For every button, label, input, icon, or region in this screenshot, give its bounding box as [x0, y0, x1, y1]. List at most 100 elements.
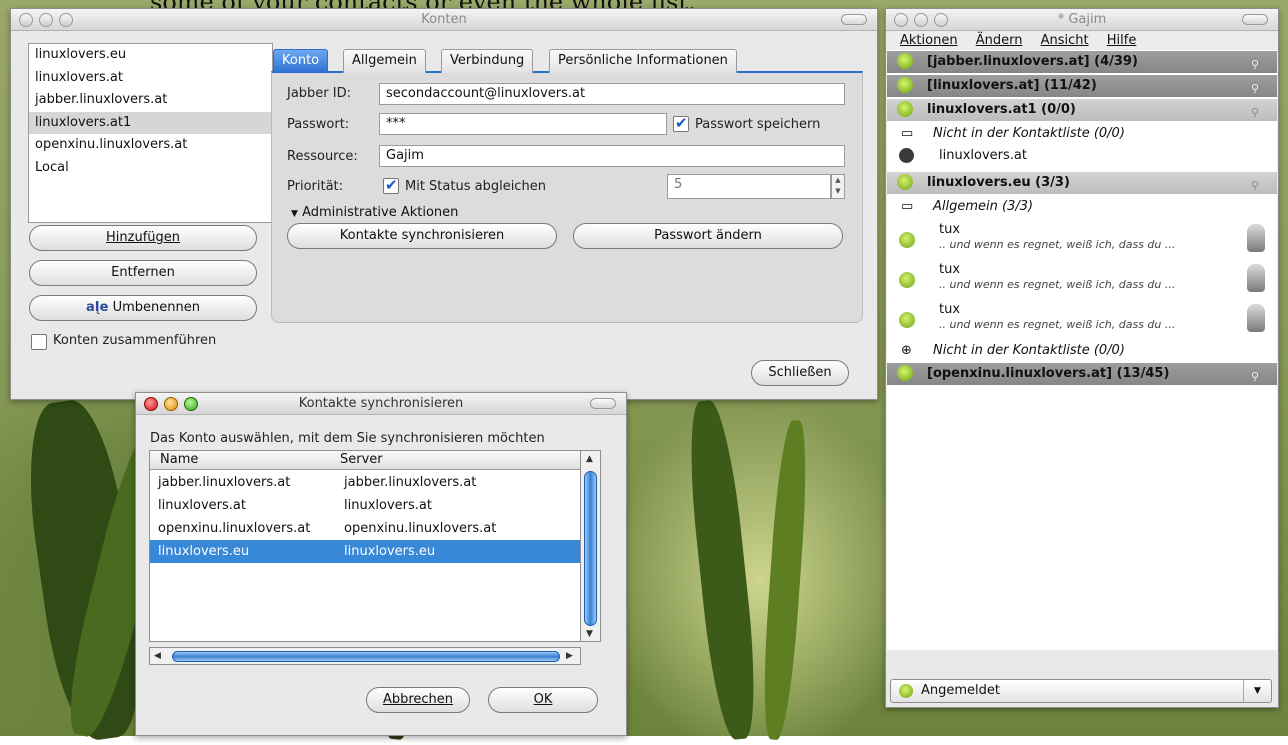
scrollbar-thumb[interactable] [172, 651, 560, 662]
expander-triangle-icon: ▼ [291, 209, 298, 219]
rename-icon: aĮe [86, 300, 109, 315]
change-password-button[interactable]: Passwort ändern [573, 223, 843, 249]
horizontal-scrollbar[interactable]: ◀ ▶ [149, 647, 581, 665]
admin-actions-label: Administrative Aktionen [302, 205, 459, 220]
admin-actions-expander[interactable]: ▼ Administrative Aktionen [291, 205, 458, 220]
close-window-icon[interactable] [144, 397, 158, 411]
sync-status-checkbox[interactable] [383, 176, 399, 194]
account-group-row[interactable]: [jabber.linuxlovers.at] (4/39) ⚲ [887, 51, 1277, 73]
table-row[interactable]: openxinu.linuxlovers.at openxinu.linuxlo… [150, 517, 580, 540]
merge-accounts-checkbox[interactable] [31, 334, 47, 350]
resource-label: Ressource: [287, 149, 358, 164]
tux-avatar-icon [1247, 264, 1265, 292]
remove-account-button[interactable]: Entfernen [29, 260, 257, 286]
jabber-id-label: Jabber ID: [287, 86, 352, 101]
jabber-id-field[interactable]: secondaccount@linuxlovers.at [379, 83, 845, 105]
ok-label: OK [533, 692, 553, 707]
account-item[interactable]: linuxlovers.at [29, 67, 272, 90]
window-toggle-icon[interactable] [590, 398, 616, 409]
tab-personal-info[interactable]: Persönliche Informationen [549, 49, 737, 73]
remove-account-label: Entfernen [111, 265, 175, 280]
minimize-window-icon[interactable] [164, 397, 178, 411]
scrollbar-thumb[interactable] [584, 471, 597, 626]
key-icon: ⚲ [1251, 58, 1260, 71]
minimize-window-icon[interactable] [914, 13, 928, 27]
add-account-button[interactable]: Hinzufügen [29, 225, 257, 251]
scroll-right-icon[interactable]: ▶ [566, 651, 573, 661]
status-selector[interactable]: Angemeldet ▼ [890, 679, 1272, 703]
menu-aktionen[interactable]: Aktionen [900, 33, 958, 48]
tab-verbindung[interactable]: Verbindung [441, 49, 534, 73]
account-group-row[interactable]: [linuxlovers.at] (11/42) ⚲ [887, 75, 1277, 97]
sync-dialog-titlebar[interactable]: Kontakte synchronisieren [136, 393, 626, 415]
dropdown-arrow-icon: ▼ [1243, 680, 1271, 702]
contact-row[interactable]: tux .. und wenn es regnet, weiß ich, das… [887, 260, 1277, 298]
scroll-left-icon[interactable]: ◀ [154, 651, 161, 661]
online-status-icon [899, 684, 913, 698]
account-item[interactable]: linuxlovers.eu [29, 44, 272, 67]
table-row[interactable]: linuxlovers.at linuxlovers.at [150, 494, 580, 517]
rename-account-button[interactable]: aĮe Umbenennen [29, 295, 257, 321]
minimize-window-icon[interactable] [39, 13, 53, 27]
close-window-icon[interactable] [19, 13, 33, 27]
tux-avatar-icon [1247, 224, 1265, 252]
password-field[interactable]: *** [379, 113, 667, 135]
accounts-titlebar[interactable]: Konten [11, 9, 877, 31]
close-window-icon[interactable] [894, 13, 908, 27]
account-group-row[interactable]: [openxinu.linuxlovers.at] (13/45) ⚲ [887, 363, 1277, 385]
sync-contacts-button[interactable]: Kontakte synchronisieren [287, 223, 557, 249]
account-item-selected[interactable]: linuxlovers.at1 [29, 111, 272, 134]
close-button[interactable]: Schließen [751, 360, 849, 386]
cell-server: linuxlovers.at [344, 498, 432, 513]
contact-name: linuxlovers.at [939, 148, 1027, 163]
not-in-list-group[interactable]: ▭ Nicht in der Kontaktliste (0/0) [887, 123, 1277, 145]
contact-row[interactable]: linuxlovers.at [887, 145, 1277, 167]
vertical-scrollbar[interactable]: ▲ ▼ [581, 450, 601, 642]
account-item[interactable]: jabber.linuxlovers.at [29, 89, 272, 112]
maximize-window-icon[interactable] [59, 13, 73, 27]
grass-stalk [682, 398, 763, 742]
merge-accounts-label: Konten zusammenführen [53, 333, 217, 348]
cell-name: openxinu.linuxlovers.at [158, 521, 311, 536]
window-toggle-icon[interactable] [841, 14, 867, 25]
cancel-button[interactable]: Abbrechen [366, 687, 470, 713]
tab-konto[interactable]: Konto [273, 49, 329, 73]
accounts-window-title: Konten [421, 12, 467, 27]
table-row[interactable]: jabber.linuxlovers.at jabber.linuxlovers… [150, 471, 580, 494]
account-item[interactable]: Local [29, 157, 272, 180]
gajim-titlebar[interactable]: * Gajim [886, 9, 1278, 31]
account-list[interactable]: linuxlovers.eu linuxlovers.at jabber.lin… [28, 43, 273, 223]
menu-aendern[interactable]: Ändern [976, 33, 1023, 48]
contact-row[interactable]: tux .. und wenn es regnet, weiß ich, das… [887, 220, 1277, 258]
tab-allgemein[interactable]: Allgemein [343, 49, 426, 73]
group-label: Allgemein (3/3) [933, 199, 1034, 214]
maximize-window-icon[interactable] [934, 13, 948, 27]
save-password-checkbox[interactable] [673, 114, 689, 132]
account-group-row[interactable]: linuxlovers.eu (3/3) ⚲ [887, 172, 1277, 194]
scroll-down-icon[interactable]: ▼ [586, 629, 593, 639]
window-toggle-icon[interactable] [1242, 14, 1268, 25]
online-status-icon [897, 77, 913, 93]
ok-button[interactable]: OK [488, 687, 598, 713]
account-group-label: [jabber.linuxlovers.at] (4/39) [927, 54, 1138, 69]
online-status-icon [899, 272, 915, 288]
contact-row[interactable]: tux .. und wenn es regnet, weiß ich, das… [887, 300, 1277, 338]
account-group-row[interactable]: linuxlovers.at1 (0/0) ⚲ [887, 99, 1277, 121]
scroll-up-icon[interactable]: ▲ [586, 454, 593, 464]
account-item[interactable]: openxinu.linuxlovers.at [29, 134, 272, 157]
key-icon: ⚲ [1251, 179, 1260, 192]
priority-spinner[interactable]: 5 [667, 174, 831, 199]
group-row[interactable]: ▭ Allgemein (3/3) [887, 196, 1277, 218]
cell-server: openxinu.linuxlovers.at [344, 521, 497, 536]
column-header-name[interactable]: Name [160, 452, 198, 467]
maximize-window-icon[interactable] [184, 397, 198, 411]
not-in-list-group[interactable]: ⊕ Nicht in der Kontaktliste (0/0) [887, 340, 1277, 362]
account-group-label: [linuxlovers.at] (11/42) [927, 78, 1097, 93]
priority-spinner-arrows[interactable]: ▲ ▼ [831, 174, 845, 199]
table-row-selected[interactable]: linuxlovers.eu linuxlovers.eu [150, 540, 580, 563]
resource-field[interactable]: Gajim [379, 145, 845, 167]
column-header-server[interactable]: Server [340, 452, 383, 467]
menu-hilfe[interactable]: Hilfe [1107, 33, 1137, 48]
sync-account-table[interactable]: Name Server jabber.linuxlovers.at jabber… [149, 450, 581, 642]
menu-ansicht[interactable]: Ansicht [1041, 33, 1089, 48]
